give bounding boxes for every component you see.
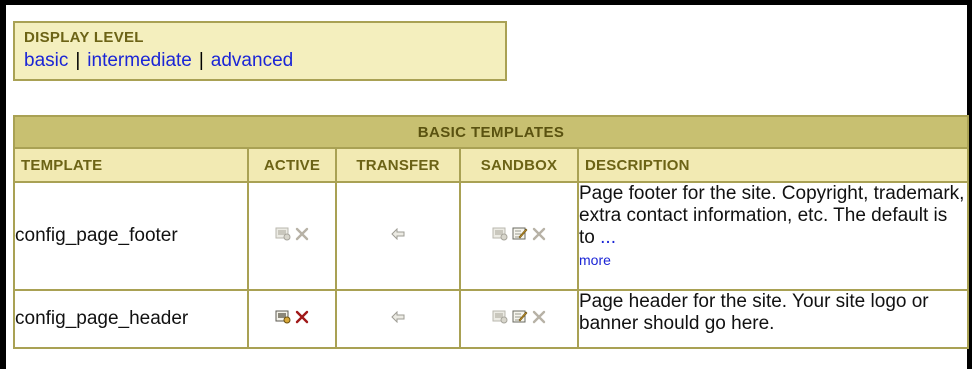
template-name: config_page_header — [13, 289, 249, 349]
edit-icon[interactable] — [512, 309, 528, 329]
table-caption-row: BASIC TEMPLATES — [12, 115, 970, 149]
delete-icon[interactable] — [532, 227, 546, 246]
window-frame-top — [0, 0, 972, 5]
arrow-left-icon[interactable] — [391, 227, 405, 245]
display-level-basic-link[interactable]: basic — [24, 50, 68, 71]
display-level-title: DISPLAY LEVEL — [24, 29, 144, 46]
table-header-row: TEMPLATE ACTIVE TRANSFER SANDBOX DESCRIP… — [13, 147, 970, 183]
transfer-cell — [335, 289, 461, 349]
sandbox-cell — [459, 289, 579, 349]
column-header-active: ACTIVE — [247, 147, 337, 183]
edit-icon[interactable] — [512, 226, 528, 246]
template-name: config_page_footer — [13, 181, 249, 291]
active-cell — [247, 289, 337, 349]
description-cell: Page header for the site. Your site logo… — [576, 289, 970, 349]
more-link[interactable]: more — [579, 252, 611, 268]
transfer-cell — [335, 181, 461, 291]
table-caption: BASIC TEMPLATES — [12, 115, 970, 149]
description-ellipsis: ... — [600, 227, 616, 248]
window-frame-left — [0, 0, 6, 369]
display-level-intermediate-link[interactable]: intermediate — [87, 50, 192, 71]
column-header-sandbox: SANDBOX — [459, 147, 579, 183]
delete-icon[interactable] — [295, 310, 309, 329]
column-header-transfer: TRANSFER — [335, 147, 461, 183]
display-level-links: basic | intermediate | advanced — [24, 48, 497, 74]
description-cell: Page footer for the site. Copyright, tra… — [576, 181, 970, 291]
column-header-description: DESCRIPTION — [576, 147, 970, 183]
template-description: Page footer for the site. Copyright, tra… — [579, 183, 965, 248]
arrow-left-icon[interactable] — [391, 310, 405, 328]
delete-icon[interactable] — [532, 310, 546, 329]
table-row: config_page_footer Page footer for the s… — [13, 181, 970, 291]
display-level-panel: DISPLAY LEVEL basic | intermediate | advance… — [13, 21, 507, 81]
table-row: config_page_header Page header for the s… — [13, 289, 970, 349]
separator: | — [198, 50, 204, 71]
view-icon[interactable] — [275, 309, 291, 329]
basic-templates-table: BASIC TEMPLATES TEMPLATE ACTIVE TRANSFER… — [12, 115, 970, 349]
sandbox-cell — [459, 181, 579, 291]
display-level-advanced-link[interactable]: advanced — [211, 50, 293, 71]
active-cell — [247, 181, 337, 291]
delete-icon[interactable] — [295, 227, 309, 246]
view-icon[interactable] — [275, 226, 291, 246]
separator: | — [75, 50, 81, 71]
template-description: Page header for the site. Your site logo… — [579, 291, 929, 334]
column-header-template: TEMPLATE — [13, 147, 249, 183]
view-icon[interactable] — [492, 309, 508, 329]
view-icon[interactable] — [492, 226, 508, 246]
